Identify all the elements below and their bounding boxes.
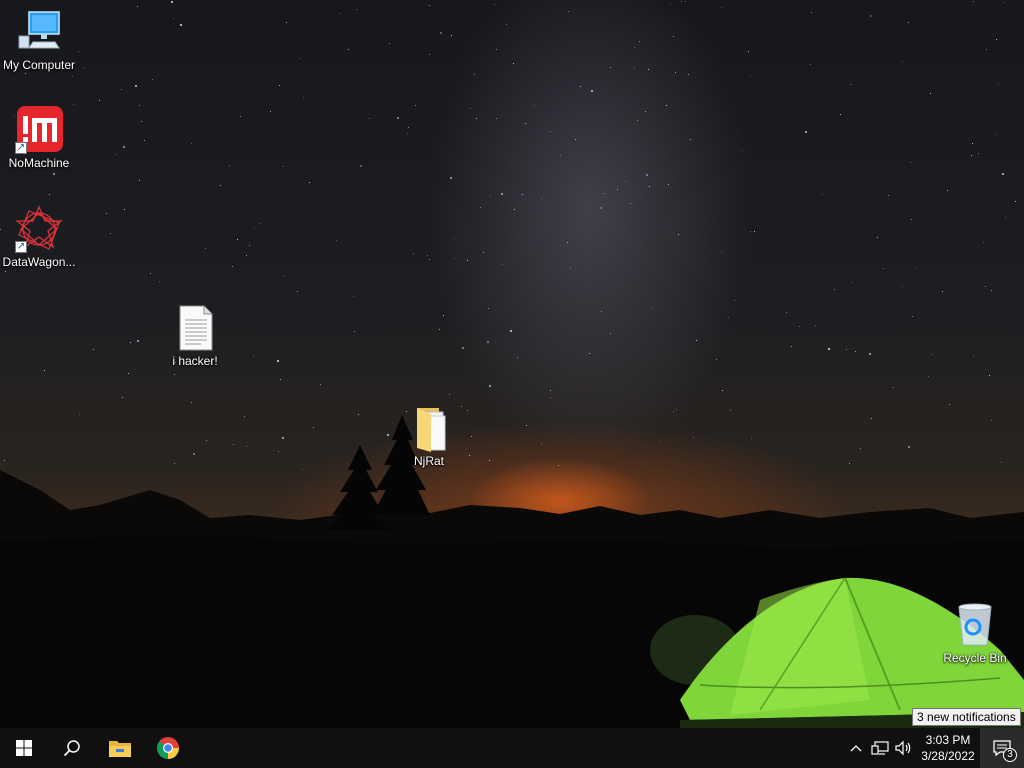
desktop-icon-datawagon[interactable]: ↗ DataWagon... bbox=[0, 205, 78, 269]
show-hidden-icons-button[interactable] bbox=[844, 728, 868, 768]
taskbar: 3:03 PM 3/28/2022 3 bbox=[0, 728, 1024, 768]
my-computer-label: My Computer bbox=[2, 58, 76, 72]
datawagon-icon: ↗ bbox=[15, 205, 63, 253]
text-document-icon bbox=[171, 304, 219, 352]
clock-button[interactable]: 3:03 PM 3/28/2022 bbox=[916, 728, 980, 768]
desktop-icon-njrat[interactable]: NjRat bbox=[390, 404, 468, 468]
i-hacker-label: i hacker! bbox=[172, 354, 218, 368]
recycle-bin-icon bbox=[951, 601, 999, 649]
desktop-icon-my-computer[interactable]: My Computer bbox=[0, 8, 78, 72]
system-tray: 3:03 PM 3/28/2022 3 bbox=[844, 728, 1024, 768]
njrat-label: NjRat bbox=[413, 454, 444, 468]
clock-date: 3/28/2022 bbox=[921, 749, 975, 763]
chrome-button[interactable] bbox=[144, 728, 192, 768]
folder-icon bbox=[405, 404, 453, 452]
network-button[interactable] bbox=[868, 728, 892, 768]
notification-count-badge: 3 bbox=[1003, 748, 1017, 762]
chrome-icon bbox=[157, 737, 179, 759]
notification-tooltip: 3 new notifications bbox=[912, 708, 1021, 726]
shortcut-arrow-icon: ↗ bbox=[15, 142, 27, 154]
clock-time: 3:03 PM bbox=[925, 733, 971, 747]
datawagon-label: DataWagon... bbox=[2, 255, 76, 269]
desktop-icon-i-hacker[interactable]: i hacker! bbox=[156, 304, 234, 368]
search-icon bbox=[63, 740, 80, 757]
nomachine-label: NoMachine bbox=[8, 156, 70, 170]
file-explorer-button[interactable] bbox=[96, 728, 144, 768]
computer-icon bbox=[15, 8, 63, 56]
search-button[interactable] bbox=[48, 728, 96, 768]
speaker-icon bbox=[895, 740, 911, 756]
start-button[interactable] bbox=[0, 728, 48, 768]
network-icon bbox=[871, 741, 889, 755]
chevron-up-icon bbox=[850, 745, 862, 752]
windows-logo-icon bbox=[16, 740, 32, 756]
folder-icon bbox=[109, 741, 131, 757]
desktop[interactable]: My Computer ↗ NoMachine ↗ DataWagon... i… bbox=[0, 0, 1024, 768]
wallpaper-landscape bbox=[0, 415, 1024, 768]
desktop-icon-recycle-bin[interactable]: Recycle Bin bbox=[936, 601, 1014, 665]
recycle-bin-label: Recycle Bin bbox=[943, 651, 1007, 665]
desktop-icon-nomachine[interactable]: ↗ NoMachine bbox=[0, 106, 78, 170]
nomachine-icon: ↗ bbox=[15, 106, 63, 154]
shortcut-arrow-icon: ↗ bbox=[15, 241, 27, 253]
volume-button[interactable] bbox=[892, 728, 916, 768]
action-center-button[interactable]: 3 bbox=[980, 728, 1024, 768]
